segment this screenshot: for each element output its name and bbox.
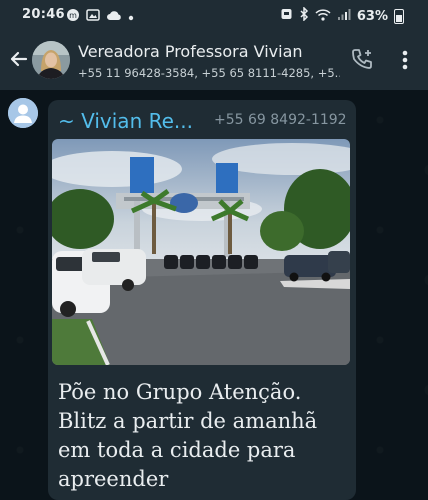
signal-icon: [337, 8, 351, 25]
gallery-icon: [86, 8, 100, 26]
chat-header: Vereadora Professora Vivian +55 11 96428…: [0, 30, 428, 90]
chat-area: ~ Vivian Re... +55 69 8492-1192 Põe no G…: [0, 90, 428, 500]
wifi-icon: [315, 8, 331, 25]
cloud-icon: [106, 9, 122, 25]
alarm-icon: [280, 7, 293, 25]
bluetooth-icon: [299, 6, 309, 25]
dot-icon: [128, 10, 134, 25]
app-notification-icon: m: [66, 8, 80, 26]
contact-phones[interactable]: +55 11 96428-3584, +55 65 8111-4285, +5.…: [78, 66, 340, 80]
back-arrow-icon[interactable]: [6, 46, 32, 72]
message-bubble[interactable]: ~ Vivian Re... +55 69 8492-1192 Põe no G…: [48, 100, 356, 500]
status-time: 20:46: [22, 7, 65, 22]
battery-percent: 63%: [356, 8, 388, 24]
add-call-icon[interactable]: [350, 47, 374, 71]
person-icon[interactable]: [8, 98, 38, 128]
message-text: Põe no Grupo Atenção. Blitz a partir de …: [58, 380, 318, 491]
sender-phone: +55 69 8492-1192: [214, 112, 347, 128]
contact-name[interactable]: Vereadora Professora Vivian: [78, 42, 303, 61]
battery-icon: [394, 8, 404, 24]
more-vert-icon[interactable]: [396, 48, 414, 72]
status-left-icons: m: [66, 8, 134, 26]
sender-name[interactable]: ~ Vivian Re...: [58, 109, 193, 133]
contact-avatar[interactable]: [32, 41, 70, 79]
status-right-icons: 63%: [280, 6, 404, 25]
svg-text:m: m: [69, 11, 77, 20]
message-photo[interactable]: [52, 139, 350, 365]
status-bar: 20:46 m 63%: [0, 0, 428, 30]
